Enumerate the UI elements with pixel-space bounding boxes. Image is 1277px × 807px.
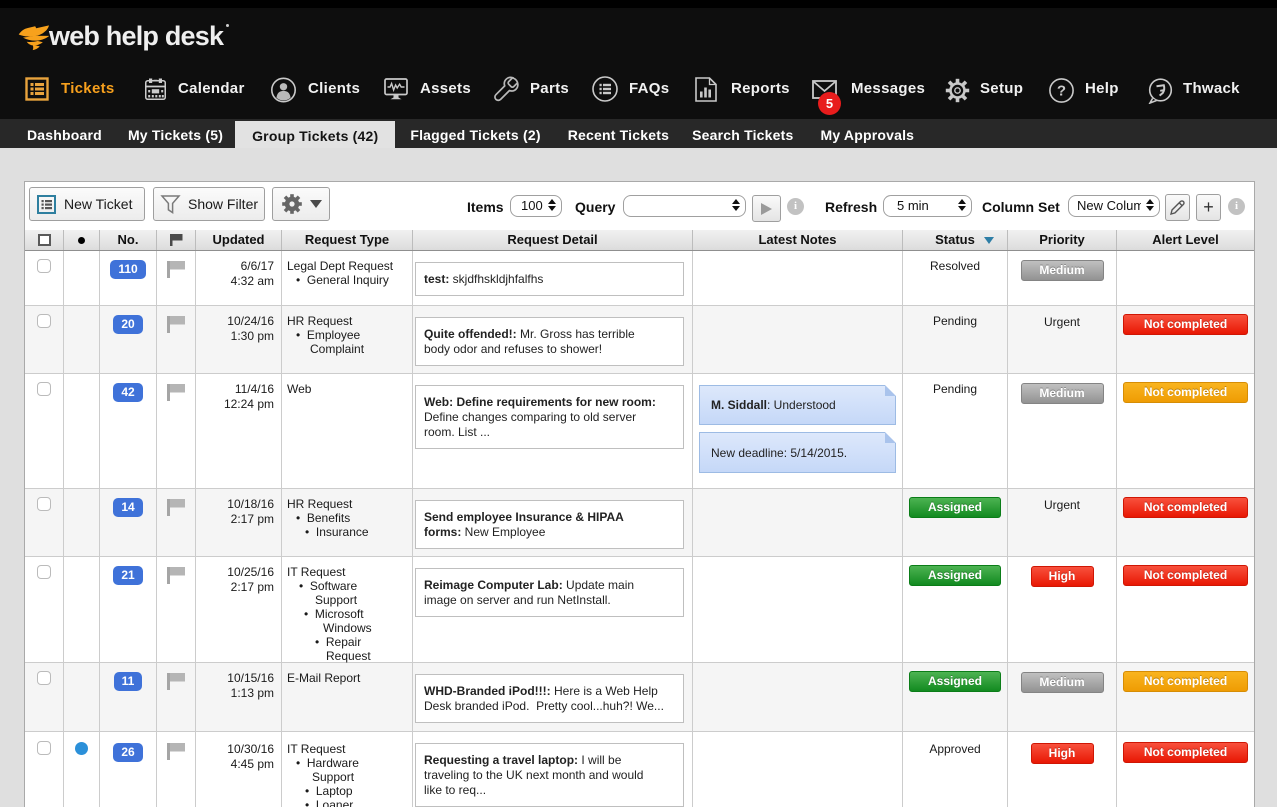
svg-text:?: ? xyxy=(1057,83,1066,100)
